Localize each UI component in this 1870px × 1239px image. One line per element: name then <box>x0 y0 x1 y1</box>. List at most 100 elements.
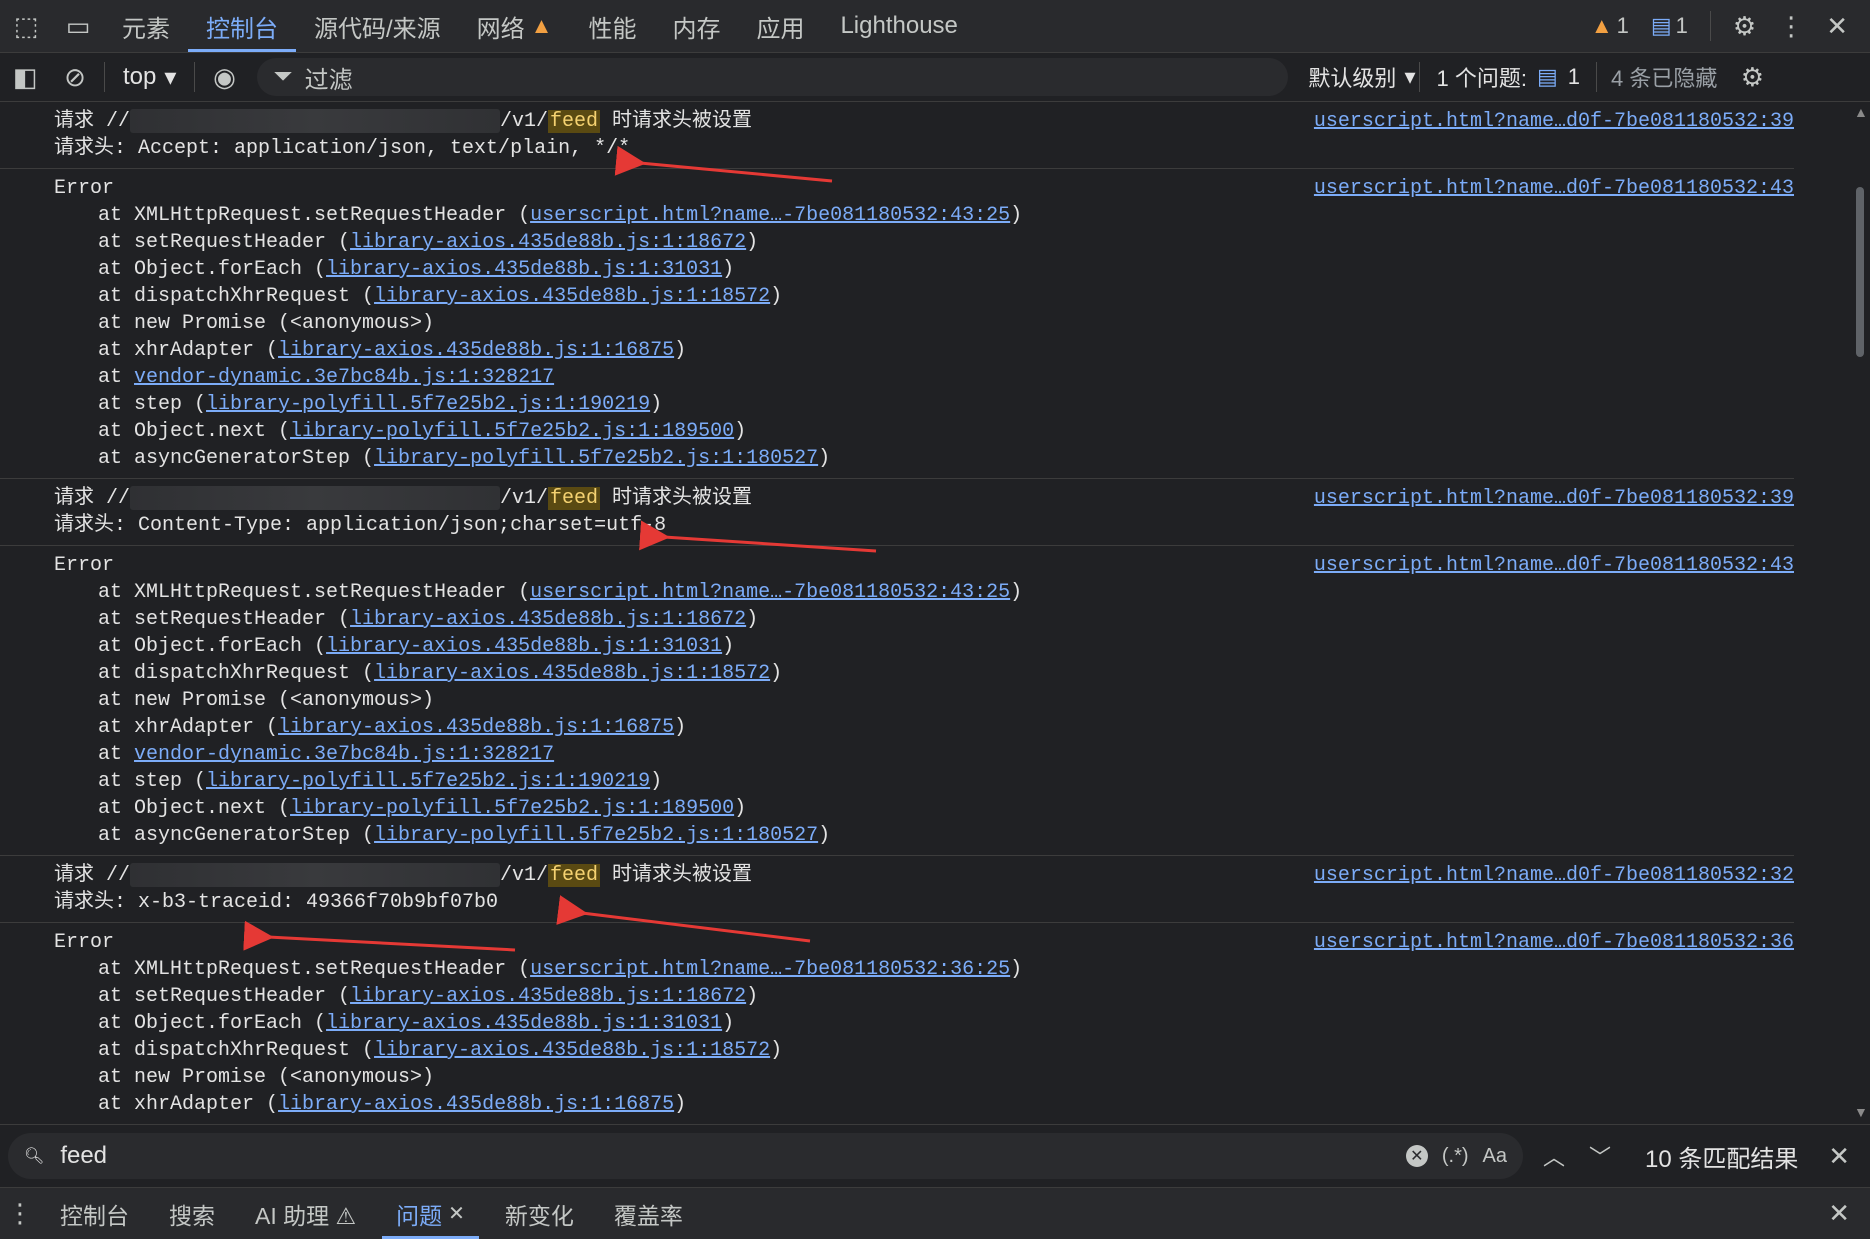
tab-application[interactable]: 应用 <box>738 0 822 52</box>
filter-placeholder: 过滤 <box>304 66 353 94</box>
frame-link[interactable]: library-axios.435de88b.js:1:18572 <box>374 285 770 308</box>
console-settings-gear-icon[interactable]: ⚙ <box>1727 53 1777 101</box>
source-link[interactable]: userscript.html?name…d0f-7be081180532:32 <box>1314 862 1794 889</box>
drawer-tab-search[interactable]: 搜索 <box>149 1188 235 1239</box>
tab-performance[interactable]: 性能 <box>570 0 654 52</box>
settings-gear-icon[interactable]: ⚙ <box>1733 13 1756 39</box>
redacted-host <box>130 485 501 510</box>
source-link[interactable]: userscript.html?name…d0f-7be081180532:36 <box>1314 929 1794 956</box>
frame-link[interactable]: library-axios.435de88b.js:1:16875 <box>278 339 674 362</box>
frame-function: at new Promise (<anonymous>) <box>98 1066 435 1089</box>
frame-function: at xhrAdapter ( <box>98 339 279 362</box>
more-options-icon[interactable]: ⋮ <box>1778 13 1804 39</box>
source-link[interactable]: userscript.html?name…d0f-7be081180532:43 <box>1314 552 1794 579</box>
scrollbar-thumb[interactable] <box>1856 187 1864 357</box>
live-expression-eye-icon[interactable]: ◉ <box>199 53 249 101</box>
stack-frame: at Object.forEach (library-axios.435de88… <box>54 1010 1794 1037</box>
frame-link[interactable]: userscript.html?name…-7be081180532:36:25 <box>530 958 1010 981</box>
close-devtools-icon[interactable]: ✕ <box>1826 13 1848 39</box>
frame-link[interactable]: userscript.html?name…-7be081180532:43:25 <box>530 204 1010 227</box>
frame-link[interactable]: library-axios.435de88b.js:1:16875 <box>278 1093 674 1116</box>
frame-link[interactable]: library-axios.435de88b.js:1:18672 <box>350 985 746 1008</box>
frame-link[interactable]: library-polyfill.5f7e25b2.js:1:190219 <box>206 393 650 416</box>
frame-link[interactable]: userscript.html?name…-7be081180532:43:25 <box>530 581 1010 604</box>
next-match-chevron-down-icon[interactable]: ﹀ <box>1589 1140 1611 1172</box>
divider <box>1419 62 1421 92</box>
source-link[interactable]: userscript.html?name…d0f-7be081180532:43 <box>1314 175 1794 202</box>
request-path: /v1/ <box>500 110 549 133</box>
frame-link[interactable]: library-polyfill.5f7e25b2.js:1:189500 <box>290 420 734 443</box>
drawer-menu-icon[interactable]: ⋮ <box>0 1198 40 1229</box>
scroll-down-icon[interactable]: ▼ <box>1854 1104 1868 1120</box>
regex-toggle[interactable]: (.*) <box>1442 1145 1469 1168</box>
tab-console[interactable]: 控制台 <box>188 0 296 52</box>
frame-link[interactable]: vendor-dynamic.3e7bc84b.js:1:328217 <box>134 743 554 766</box>
drawer-tab-coverage[interactable]: 覆盖率 <box>594 1188 703 1239</box>
console-message-error-stack: Error userscript.html?name…d0f-7be0811805… <box>0 169 1794 479</box>
request-prefix: 请求 // <box>54 110 131 133</box>
drawer-tab-issues[interactable]: 问题 ✕ <box>376 1188 485 1239</box>
frame-end: ) <box>734 420 747 443</box>
drawer-tab-whats-new[interactable]: 新变化 <box>485 1188 594 1239</box>
stack-frame: at setRequestHeader (library-axios.435de… <box>54 983 1794 1010</box>
frame-link[interactable]: library-polyfill.5f7e25b2.js:1:190219 <box>206 770 650 793</box>
console-message-error-stack: Error userscript.html?name…d0f-7be0811805… <box>0 546 1794 856</box>
drawer-tab-ai-assistant[interactable]: AI 助理 ⚠ <box>235 1188 376 1239</box>
frame-end: ) <box>650 393 663 416</box>
frame-link[interactable]: library-axios.435de88b.js:1:16875 <box>278 716 674 739</box>
context-selector[interactable]: top ▾ <box>109 63 190 92</box>
source-link[interactable]: userscript.html?name…d0f-7be081180532:39 <box>1314 108 1794 135</box>
device-toolbar-icon[interactable]: ▭ <box>52 0 104 52</box>
close-drawer-icon[interactable]: ✕ <box>1828 1198 1850 1229</box>
frame-link[interactable]: library-axios.435de88b.js:1:31031 <box>326 1012 722 1035</box>
request-header: 请求头: x-b3-traceid: 49366f70b9bf07b0 <box>54 891 499 914</box>
filter-input[interactable]: ⏷ 过滤 <box>257 58 1289 96</box>
clear-search-icon[interactable]: ✕ <box>1405 1145 1428 1167</box>
stack-frame: at xhrAdapter (library-axios.435de88b.js… <box>54 714 1794 741</box>
frame-end: ) <box>650 770 663 793</box>
frame-link[interactable]: library-axios.435de88b.js:1:31031 <box>326 635 722 658</box>
tab-label: 网络 <box>476 15 525 43</box>
frame-link[interactable]: library-axios.435de88b.js:1:18572 <box>374 1039 770 1062</box>
frame-link[interactable]: library-axios.435de88b.js:1:18672 <box>350 231 746 254</box>
tab-lighthouse[interactable]: Lighthouse <box>822 0 975 52</box>
frame-function: at Object.forEach ( <box>98 258 327 281</box>
frame-link[interactable]: library-polyfill.5f7e25b2.js:1:180527 <box>374 824 818 847</box>
tab-sources[interactable]: 源代码/来源 <box>296 0 459 52</box>
scroll-up-icon[interactable]: ▲ <box>1854 104 1868 120</box>
stack-frame: at step (library-polyfill.5f7e25b2.js:1:… <box>54 768 1794 795</box>
frame-link[interactable]: library-axios.435de88b.js:1:18572 <box>374 662 770 685</box>
close-tab-icon[interactable]: ✕ <box>448 1201 465 1226</box>
issues-button[interactable]: 1 个问题: ▤ 1 <box>1424 61 1592 93</box>
match-case-toggle[interactable]: Aa <box>1483 1145 1507 1168</box>
tab-memory[interactable]: 内存 <box>654 0 738 52</box>
frame-link[interactable]: library-polyfill.5f7e25b2.js:1:189500 <box>290 797 734 820</box>
frame-function: at step ( <box>98 770 207 793</box>
frame-end: ) <box>674 1093 687 1116</box>
sidebar-toggle-icon[interactable]: ◧ <box>0 53 50 101</box>
drawer-tab-console[interactable]: 控制台 <box>40 1188 149 1239</box>
frame-link[interactable]: vendor-dynamic.3e7bc84b.js:1:328217 <box>134 366 554 389</box>
frame-function: at dispatchXhrRequest ( <box>98 285 375 308</box>
source-link[interactable]: userscript.html?name…d0f-7be081180532:39 <box>1314 485 1794 512</box>
search-field[interactable]: 🔍︎ ✕ (.*) Aa <box>8 1133 1523 1179</box>
stack-frame: at vendor-dynamic.3e7bc84b.js:1:328217 <box>54 741 1794 768</box>
previous-match-chevron-up-icon[interactable]: ︿ <box>1543 1140 1565 1172</box>
frame-link[interactable]: library-axios.435de88b.js:1:18672 <box>350 608 746 631</box>
clear-console-icon[interactable]: ⊘ <box>50 53 100 101</box>
console-scrollbar[interactable]: ▲ ▼ <box>1850 102 1870 1122</box>
search-input[interactable] <box>58 1141 1392 1171</box>
stack-frame: at new Promise (<anonymous>) <box>54 687 1794 714</box>
frame-link[interactable]: library-axios.435de88b.js:1:31031 <box>326 258 722 281</box>
tab-elements[interactable]: 元素 <box>104 0 188 52</box>
frame-link[interactable]: library-polyfill.5f7e25b2.js:1:180527 <box>374 447 818 470</box>
stack-frame: at setRequestHeader (library-axios.435de… <box>54 229 1794 256</box>
inspect-element-icon[interactable]: ⬚ <box>0 0 52 52</box>
warning-counter[interactable]: ▲ 1 <box>1591 13 1629 39</box>
message-counter[interactable]: ▤ 1 <box>1651 13 1688 39</box>
tab-network[interactable]: 网络 ▲ <box>459 0 571 52</box>
log-level-dropdown[interactable]: 默认级别 ▾ <box>1308 61 1415 93</box>
frame-end: ) <box>770 1039 783 1062</box>
close-search-icon[interactable]: ✕ <box>1828 1141 1850 1172</box>
tab-label: 问题 <box>396 1202 443 1229</box>
